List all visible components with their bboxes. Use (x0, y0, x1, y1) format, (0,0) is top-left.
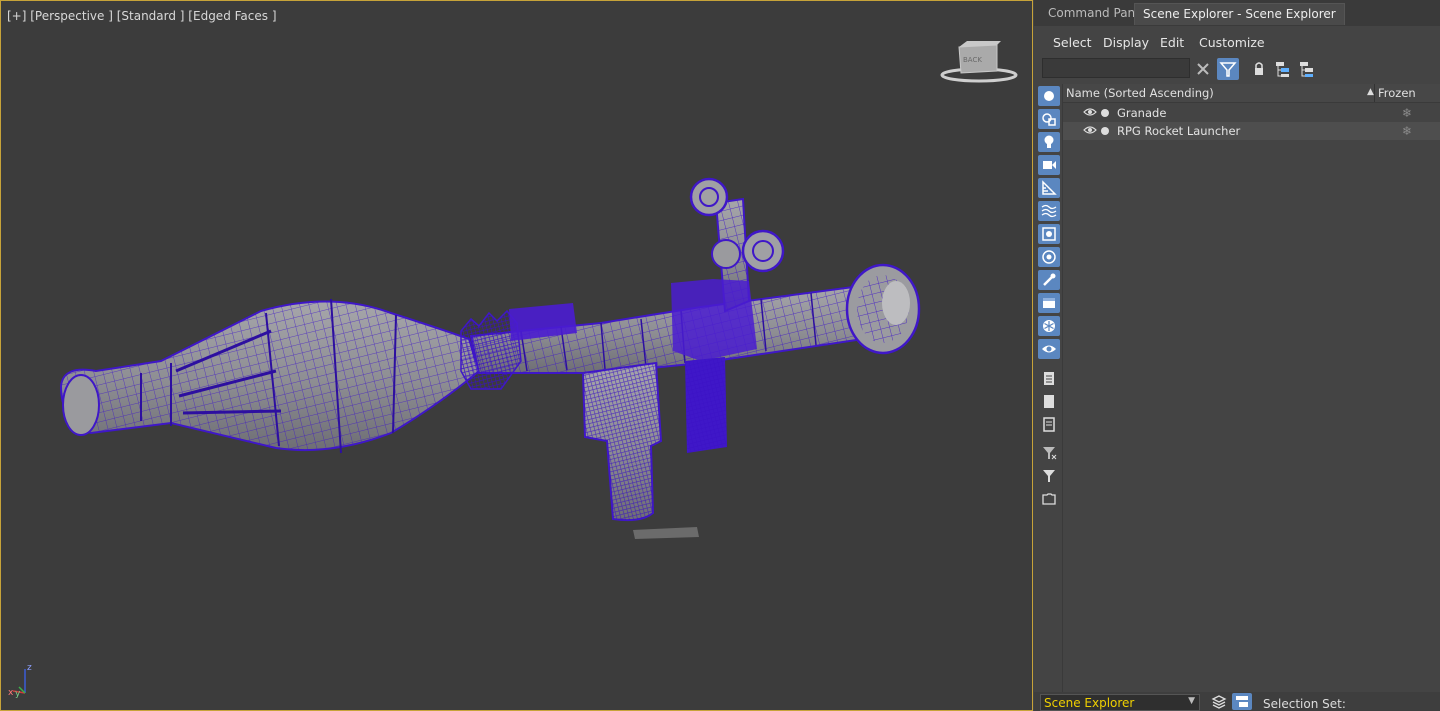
viewcube-widget[interactable]: BACK (939, 39, 1019, 85)
select-all-icon[interactable] (1038, 368, 1060, 388)
bones-filter-icon[interactable] (1038, 270, 1060, 290)
render-dot-icon[interactable] (1101, 109, 1109, 117)
panel-tabs: Command Panel Scene Explorer - Scene Exp… (1034, 0, 1440, 26)
object-name[interactable]: Granade (1117, 106, 1166, 120)
column-divider[interactable] (1374, 84, 1375, 102)
hierarchy-collapse-icon[interactable] (1295, 58, 1317, 80)
explorer-toolbar (1034, 56, 1440, 82)
helpers-filter-icon[interactable] (1038, 178, 1060, 198)
menu-display[interactable]: Display (1103, 35, 1149, 50)
frozen-snowflake-icon[interactable]: ❄ (1402, 106, 1412, 120)
explorer-bottom-bar: Scene Explorer ▼ Selection Set: (1034, 692, 1440, 711)
hierarchy-expand-icon[interactable] (1271, 58, 1293, 80)
axis-z-label: z (27, 663, 32, 673)
tab-scene-explorer[interactable]: Scene Explorer - Scene Explorer (1134, 3, 1345, 25)
frozen-filter-icon[interactable] (1038, 316, 1060, 336)
list-item-rpg-rocket-launcher[interactable]: RPG Rocket Launcher ❄ (1063, 122, 1440, 140)
list-item-granade[interactable]: Granade ❄ (1063, 104, 1440, 122)
viewcube-face-label: BACK (963, 56, 982, 64)
ground-shadow (633, 527, 699, 539)
render-dot-icon[interactable] (1101, 127, 1109, 135)
explorer-dropdown[interactable]: Scene Explorer ▼ (1040, 694, 1200, 711)
spacewarps-filter-icon[interactable] (1038, 201, 1060, 221)
explorer-menubar: Select Display Edit Customize (1034, 31, 1440, 53)
lights-filter-icon[interactable] (1038, 132, 1060, 152)
explorer-dropdown-value: Scene Explorer (1044, 696, 1135, 710)
axis-tripod: z x y (8, 663, 32, 699)
pistol-grip-mesh (581, 361, 663, 522)
rpg-model-render (59, 177, 921, 539)
visibility-eye-icon[interactable] (1083, 107, 1097, 117)
axis-x-label: x (8, 688, 14, 698)
column-header-name[interactable]: Name (Sorted Ascending) (1066, 86, 1214, 100)
clear-search-icon[interactable] (1192, 58, 1214, 80)
geometry-filter-icon[interactable] (1038, 86, 1060, 106)
column-header-frozen[interactable]: Frozen (1378, 86, 1416, 100)
hidden-filter-icon[interactable] (1038, 339, 1060, 359)
object-name[interactable]: RPG Rocket Launcher (1117, 124, 1240, 138)
visibility-eye-icon[interactable] (1083, 125, 1097, 135)
axis-y-label: y (15, 689, 21, 699)
select-none-icon[interactable] (1038, 391, 1060, 411)
select-invert-icon[interactable] (1038, 414, 1060, 434)
chevron-down-icon: ▼ (1188, 696, 1195, 706)
warhead-mesh (59, 298, 481, 454)
filter-toggle-icon[interactable] (1217, 58, 1239, 80)
menu-customize[interactable]: Customize (1199, 35, 1265, 50)
containers-filter-icon[interactable] (1038, 293, 1060, 313)
scene-object-list: Name (Sorted Ascending) ▲ Frozen Granade… (1062, 84, 1440, 692)
folder-icon[interactable] (1038, 489, 1060, 509)
sort-ascending-icon: ▲ (1367, 87, 1374, 97)
rear-grip-mesh (685, 357, 727, 453)
hierarchy-view-icon[interactable] (1232, 693, 1252, 710)
list-header: Name (Sorted Ascending) ▲ Frozen (1063, 84, 1440, 103)
lock-icon[interactable] (1248, 58, 1270, 80)
cameras-filter-icon[interactable] (1038, 155, 1060, 175)
shapes-filter-icon[interactable] (1038, 109, 1060, 129)
frozen-snowflake-icon[interactable]: ❄ (1402, 124, 1412, 138)
selection-set-label: Selection Set: (1263, 697, 1346, 711)
scene-explorer-panel: Command Panel Scene Explorer - Scene Exp… (1034, 0, 1440, 711)
groups-filter-icon[interactable] (1038, 224, 1060, 244)
filter-remove-icon[interactable] (1038, 443, 1060, 463)
filter-icon[interactable] (1038, 466, 1060, 486)
xrefs-filter-icon[interactable] (1038, 247, 1060, 267)
layers-icon[interactable] (1210, 693, 1228, 710)
menu-select[interactable]: Select (1053, 35, 1092, 50)
menu-edit[interactable]: Edit (1160, 35, 1184, 50)
search-input[interactable] (1042, 58, 1190, 78)
filter-toolbar (1038, 86, 1060, 506)
perspective-viewport[interactable]: [+] [Perspective ] [Standard ] [Edged Fa… (0, 0, 1033, 711)
